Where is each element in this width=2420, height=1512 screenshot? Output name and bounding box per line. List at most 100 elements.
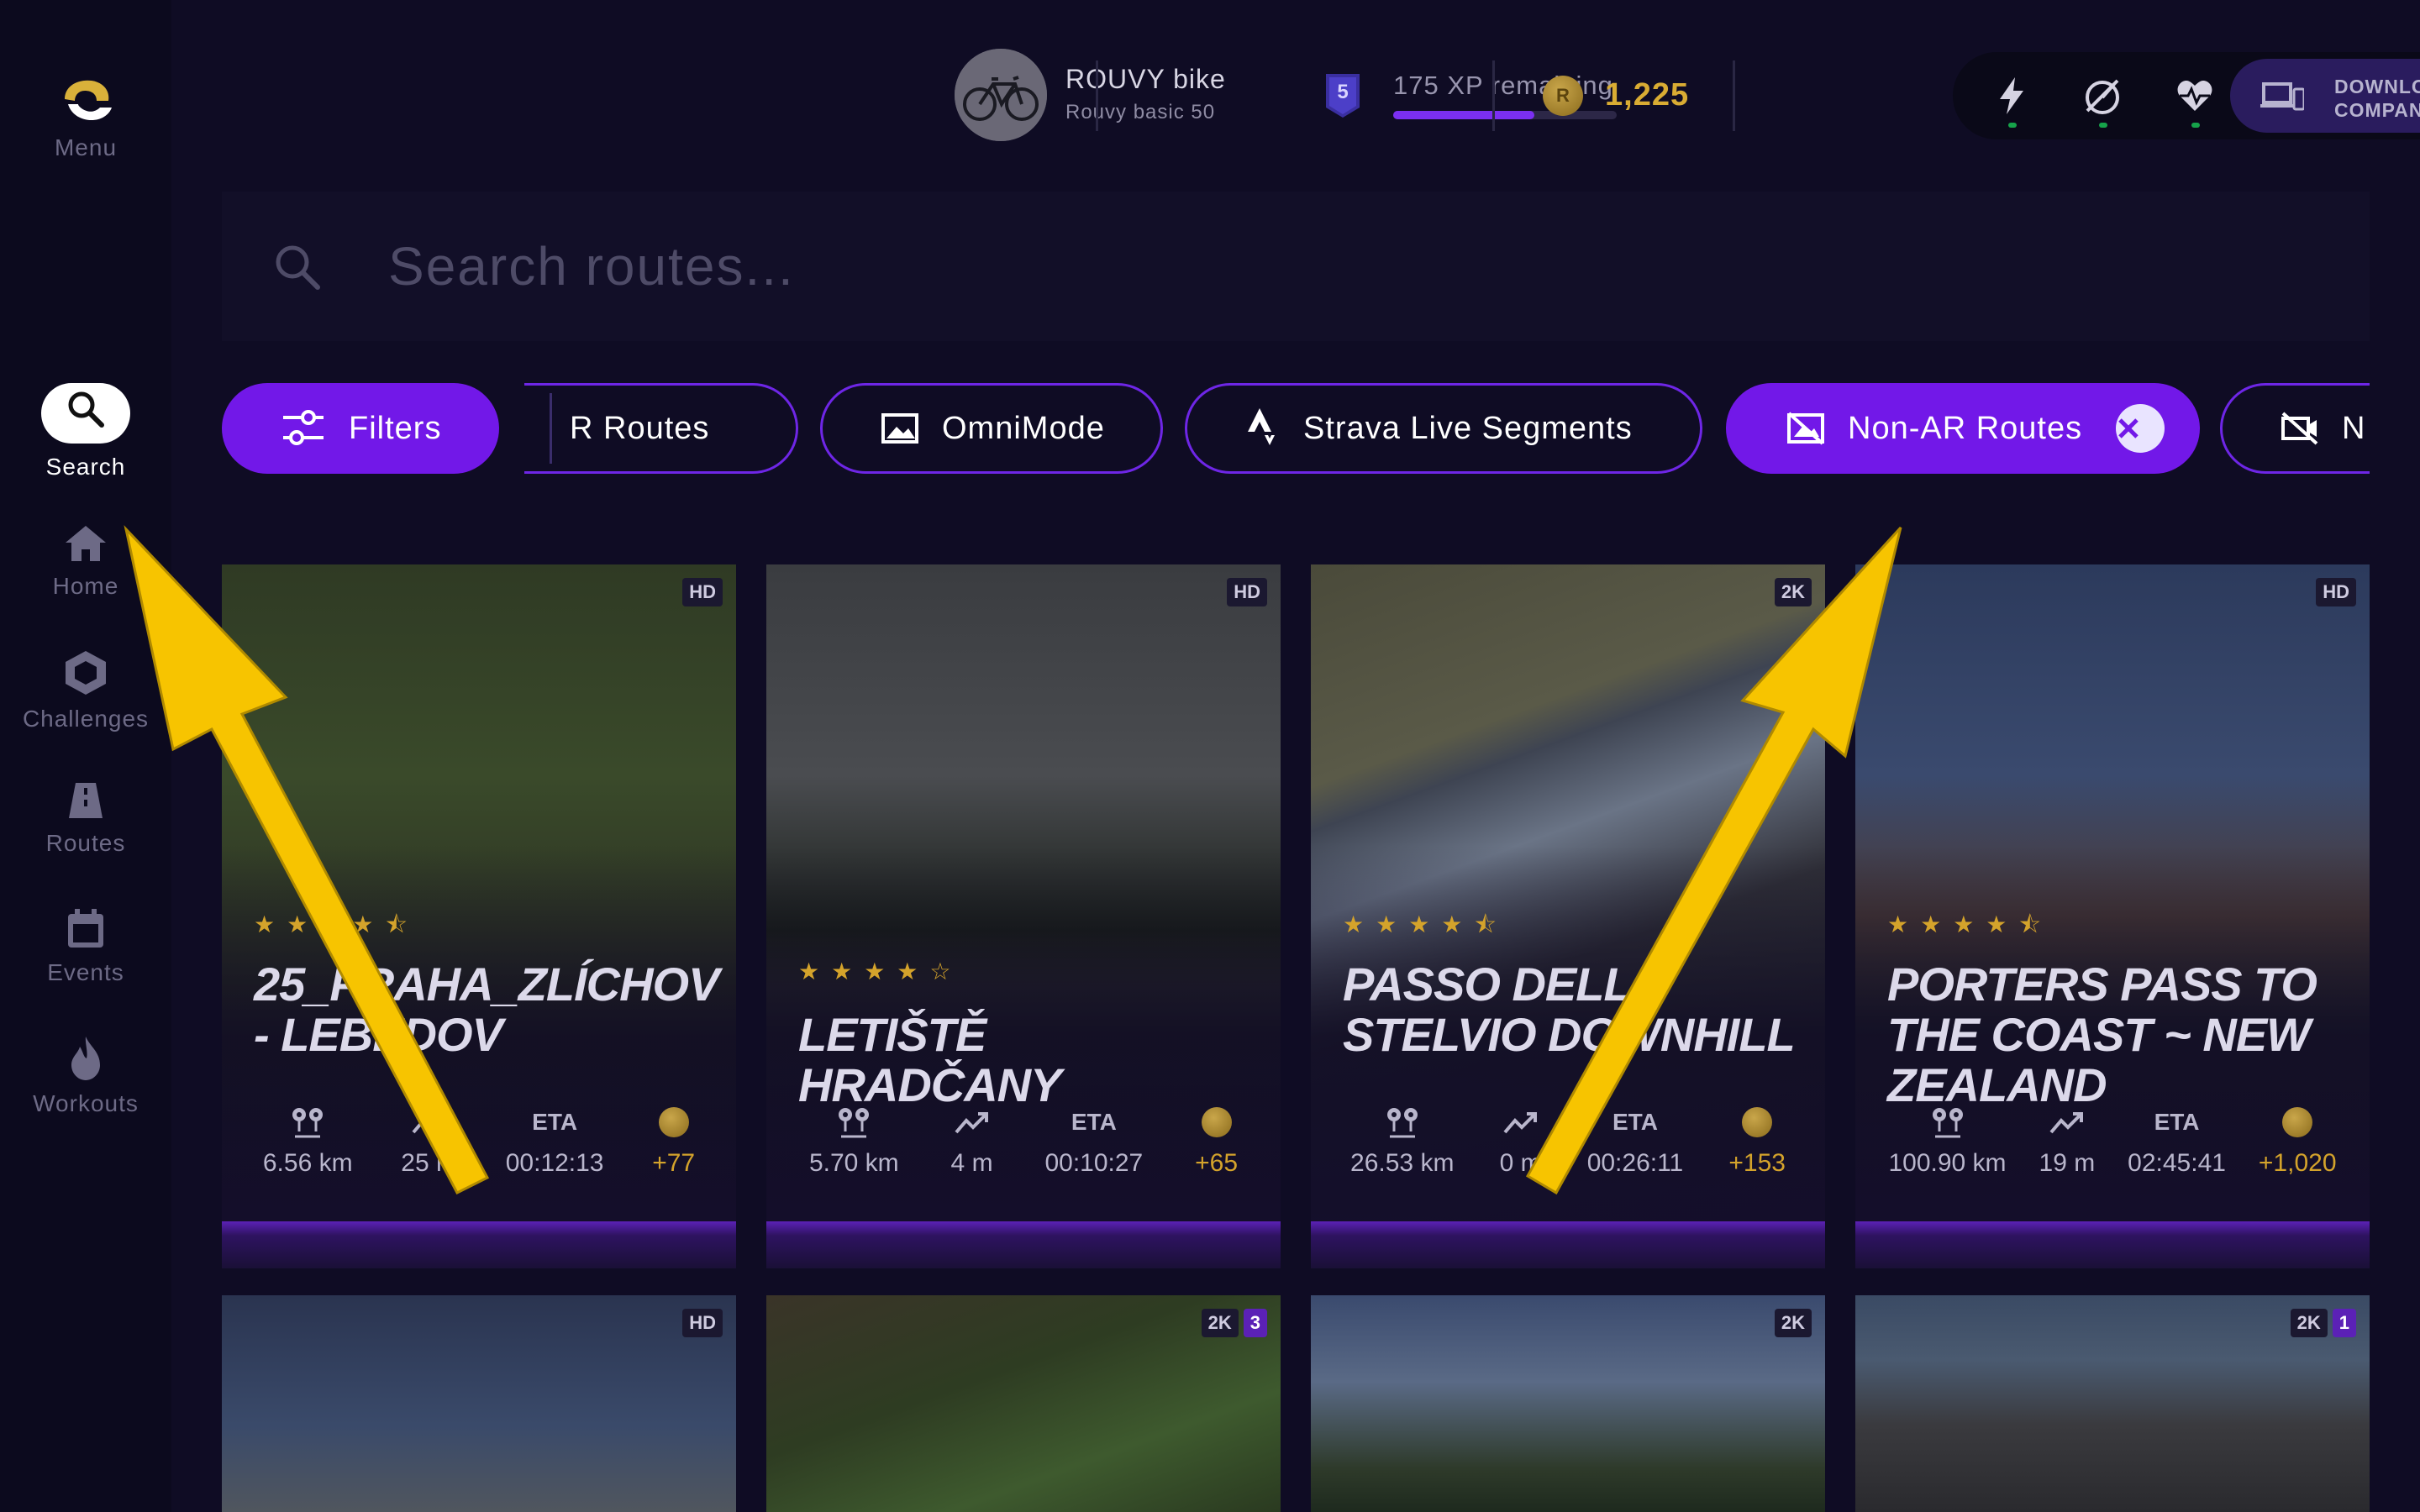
xp-progress-bar xyxy=(1393,111,1617,119)
distance-stat: 6.56 km xyxy=(263,1102,353,1178)
eta-icon: ETA xyxy=(532,1109,578,1135)
sidebar-item-search[interactable]: Search xyxy=(0,383,171,480)
elevation-value: 4 m xyxy=(950,1149,993,1177)
resolution-badge: HD xyxy=(682,1309,723,1337)
sidebar-item-label: Events xyxy=(47,959,124,985)
device-status-bar: DOWNLOAD COMPANION APP xyxy=(1953,52,2420,139)
coin-icon xyxy=(2282,1107,2313,1137)
chip-label: OmniMode xyxy=(942,410,1105,446)
coins-stat: +1,020 xyxy=(2259,1102,2337,1178)
bike-avatar[interactable] xyxy=(955,49,1047,141)
ar-routes-chip[interactable]: R Routes xyxy=(524,383,798,474)
sidebar-item-label: Menu xyxy=(54,134,118,160)
card-footer-bar xyxy=(1855,1221,2370,1268)
search-nav-pill[interactable] xyxy=(41,383,130,444)
sliders-icon xyxy=(283,410,324,445)
route-card[interactable]: 2K 3 xyxy=(766,1295,1281,1512)
coin-icon xyxy=(1201,1107,1232,1137)
elevation-value: 25 m xyxy=(401,1149,457,1177)
power-sensor[interactable] xyxy=(1990,74,2033,128)
rider-count-badge: 3 xyxy=(1243,1309,1267,1337)
card-footer-bar xyxy=(766,1221,1281,1268)
trend-up-icon xyxy=(955,1112,988,1134)
coin-icon xyxy=(658,1107,689,1137)
sidebar-item-label: Search xyxy=(45,454,126,480)
eta-icon: ETA xyxy=(2154,1109,2200,1135)
calendar-icon xyxy=(68,909,103,948)
remove-filter-button[interactable] xyxy=(2116,404,2165,453)
sidebar-item-events[interactable]: Events xyxy=(0,907,171,986)
strava-icon xyxy=(1248,408,1275,445)
pins-icon xyxy=(839,1108,870,1138)
route-card[interactable]: 2K 1 xyxy=(1855,1295,2370,1512)
sidebar-item-challenges[interactable]: Challenges xyxy=(0,648,171,732)
connected-indicator xyxy=(2099,123,2107,128)
rating-stars: ★★★★⯪ xyxy=(254,911,419,937)
route-card[interactable]: HD xyxy=(222,1295,736,1512)
hexagon-icon xyxy=(66,651,106,695)
rider-count-badge: 1 xyxy=(2332,1309,2356,1337)
coins-stat: +77 xyxy=(652,1102,695,1178)
route-card[interactable]: HD ★★★★⯪ PORTERS PASS TO THE COAST ~ NEW… xyxy=(1855,564,2370,1268)
coins-value: +1,020 xyxy=(2258,1149,2337,1177)
pins-icon xyxy=(1932,1108,1963,1138)
route-card[interactable]: HD ★★★★⯪ 25_PRAHA_ZLÍCHOV - LEBEDOV 6.56… xyxy=(222,564,736,1268)
companion-line-1: DOWNLOAD xyxy=(2334,76,2420,97)
download-companion-app-button[interactable]: DOWNLOAD COMPANION APP xyxy=(2230,59,2420,133)
sidebar-item-routes[interactable]: Routes xyxy=(0,780,171,857)
route-title: PORTERS PASS TO THE COAST ~ NEW ZEALAND xyxy=(1887,958,2317,1111)
route-card[interactable]: HD ★★★★☆ LETIŠTĚ HRADČANY 5.70 km 4 m ET… xyxy=(766,564,1281,1268)
chip-label: R Routes xyxy=(570,410,710,446)
filters-label: Filters xyxy=(349,410,442,446)
non-ar-routes-chip[interactable]: Non-AR Routes xyxy=(1726,383,2200,474)
coins-value: +65 xyxy=(1195,1149,1239,1177)
chip-label: Non-AR Routes xyxy=(1848,410,2083,446)
distance-stat: 100.90 km xyxy=(1888,1102,2007,1178)
sidebar-item-home[interactable]: Home xyxy=(0,522,171,600)
filter-chips-row: Filters R Routes OmniMode Strava Live Se… xyxy=(222,383,2370,474)
card-footer-bar xyxy=(222,1221,736,1268)
distance-value: 100.90 km xyxy=(1888,1149,2007,1177)
rating-stars: ★★★★⯪ xyxy=(1887,911,2053,937)
eta-value: 02:45:41 xyxy=(2128,1149,2226,1177)
coin-balance: 1,225 xyxy=(1605,77,1690,113)
omnimode-chip[interactable]: OmniMode xyxy=(820,383,1163,474)
distance-value: 5.70 km xyxy=(808,1149,899,1177)
eta-stat: ETA 00:26:11 xyxy=(1587,1102,1684,1178)
search-icon xyxy=(276,245,320,290)
home-icon xyxy=(66,526,106,561)
no-video-chip[interactable]: N xyxy=(2220,383,2370,474)
card-footer-bar xyxy=(1311,1221,1825,1268)
pins-icon xyxy=(1386,1108,1418,1138)
filters-button[interactable]: Filters xyxy=(222,383,499,474)
close-icon xyxy=(2118,418,2139,438)
route-card[interactable]: 2K xyxy=(1311,1295,1825,1512)
heart-rate-sensor[interactable] xyxy=(2173,74,2217,128)
video-off-icon xyxy=(2281,412,2318,445)
card-badges: 2K 1 xyxy=(2290,1309,2356,1337)
image-off-icon xyxy=(1787,412,1824,445)
card-badges: 2K 3 xyxy=(1201,1309,1267,1337)
distance-stat: 26.53 km xyxy=(1350,1102,1454,1178)
sidebar-item-menu[interactable]: Menu xyxy=(0,76,171,161)
sidebar-item-label: Home xyxy=(52,573,119,599)
coins-stat: +153 xyxy=(1728,1102,1786,1178)
eta-icon: ETA xyxy=(1612,1109,1658,1135)
top-header: ROUVY bike Rouvy basic 50 5 175 XP remai… xyxy=(171,0,2420,185)
sidebar-item-workouts[interactable]: Workouts xyxy=(0,1035,171,1117)
search-routes-input[interactable]: Search routes... xyxy=(222,192,2370,341)
rating-stars: ★★★★☆ xyxy=(798,958,963,984)
devices-icon xyxy=(2260,82,2304,111)
sidebar-item-label: Routes xyxy=(45,830,126,856)
route-thumbnail xyxy=(222,1295,736,1512)
strava-live-segments-chip[interactable]: Strava Live Segments xyxy=(1185,383,1702,474)
lightning-icon xyxy=(2000,77,2023,114)
speed-sensor[interactable] xyxy=(2081,74,2124,128)
sidebar-item-label: Challenges xyxy=(22,706,150,732)
route-card[interactable]: 2K ★★★★⯪ PASSO DELLO STELVIO DOWNHILL 26… xyxy=(1311,564,1825,1268)
elevation-value: 19 m xyxy=(2039,1149,2096,1177)
bike-name: ROUVY bike xyxy=(1065,64,1226,94)
eta-value: 00:10:27 xyxy=(1044,1149,1144,1177)
rouvy-logo-icon xyxy=(65,80,112,121)
eta-value: 00:26:11 xyxy=(1586,1149,1684,1177)
